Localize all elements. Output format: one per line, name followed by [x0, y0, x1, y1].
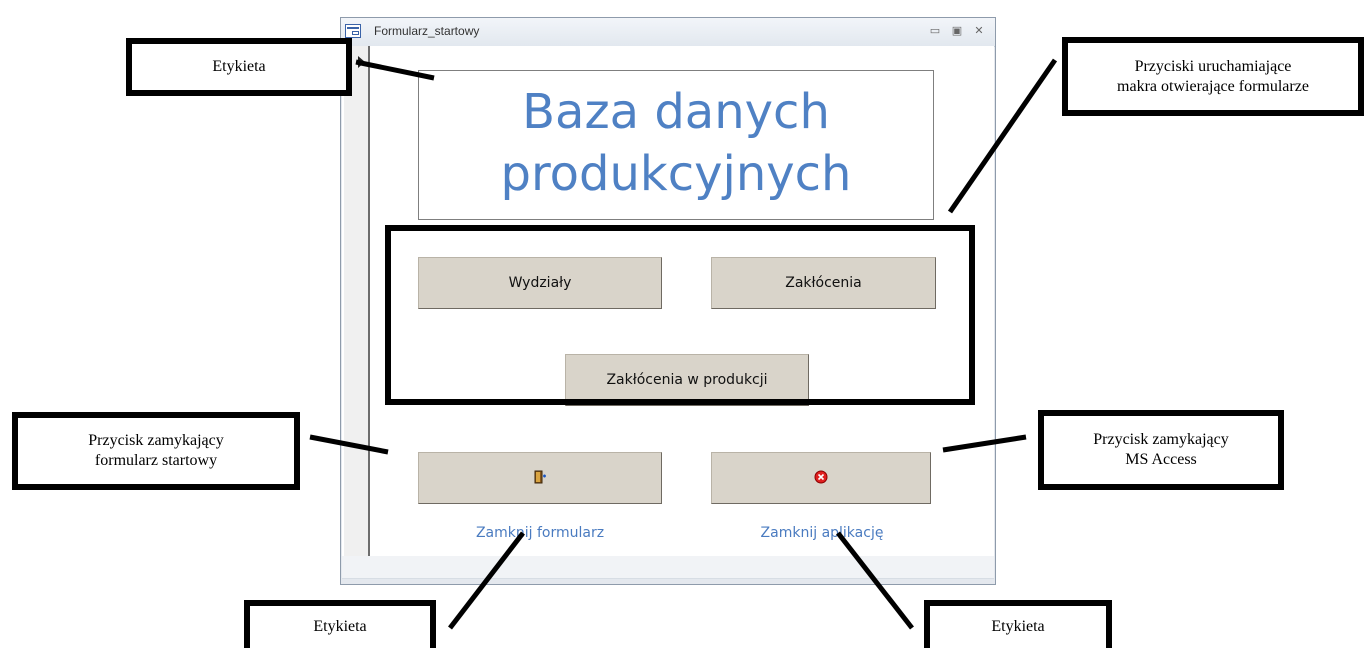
callout-etykieta-top-text: Etykieta	[212, 58, 266, 75]
callout-etykieta-bottom-right: Etykieta	[924, 600, 1112, 648]
callout-zamyk-form: Przycisk zamykający formularz startowy	[12, 412, 300, 490]
macro-buttons-frame	[385, 225, 975, 405]
record-selector[interactable]	[344, 46, 370, 562]
heading-line-1: Baza danych	[522, 84, 830, 140]
minimize-icon[interactable]: ▭	[927, 22, 943, 40]
callout-etykieta-bottom-left: Etykieta	[244, 600, 436, 648]
callout-etykieta-bottom-right-text: Etykieta	[991, 618, 1045, 635]
title-bar[interactable]: Formularz_startowy ▭ ▣ ✕	[341, 18, 995, 47]
close-form-button[interactable]	[418, 452, 662, 504]
callout-zamyk-access-line-2: MS Access	[1125, 451, 1197, 468]
callout-przyciski-line-2: makra otwierające formularze	[1117, 77, 1309, 95]
callout-zamyk-access: Przycisk zamykający MS Access	[1038, 410, 1284, 490]
close-app-label: Zamknij aplikację	[760, 525, 884, 541]
restore-icon[interactable]: ▣	[949, 22, 965, 40]
close-app-button[interactable]	[711, 452, 931, 504]
heading-label: Baza danych produkcyjnych	[418, 70, 934, 220]
heading-line-2: produkcyjnych	[500, 146, 852, 202]
record-pointer-icon	[358, 56, 365, 68]
window-title: Formularz_startowy	[374, 24, 480, 38]
form-footer	[342, 556, 994, 578]
close-window-icon[interactable]: ✕	[971, 22, 987, 40]
exit-door-icon	[534, 470, 546, 484]
callout-etykieta-top: Etykieta	[126, 38, 352, 96]
callout-przyciski-line-1: Przyciski uruchamiające	[1134, 57, 1292, 75]
callout-zamyk-access-line-1: Przycisk zamykający	[1093, 431, 1229, 448]
callout-etykieta-bottom-left-text: Etykieta	[313, 618, 367, 635]
error-stop-icon	[814, 470, 828, 484]
callout-zamyk-form-line-2: formularz startowy	[94, 452, 218, 469]
callout-przyciski: Przyciski uruchamiające makra otwierając…	[1062, 37, 1364, 116]
form-icon	[345, 24, 361, 38]
callout-zamyk-form-line-1: Przycisk zamykający	[88, 432, 224, 449]
close-form-label: Zamknij formularz	[475, 525, 605, 541]
